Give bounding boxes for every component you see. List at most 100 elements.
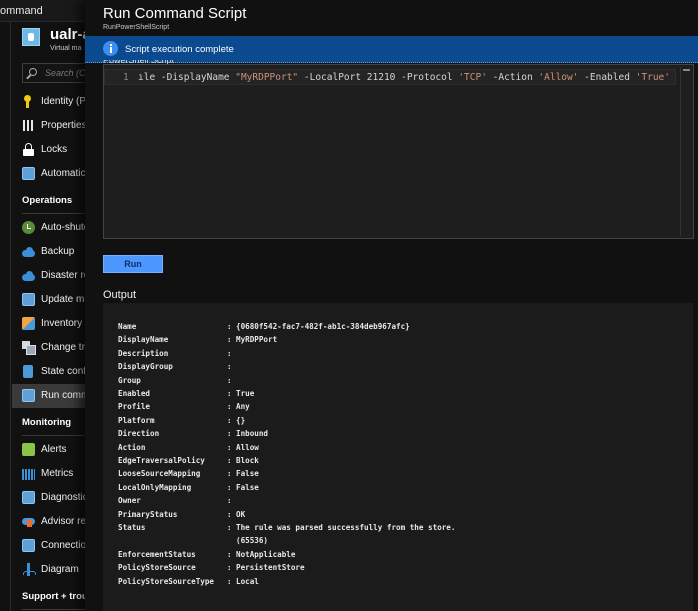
- run-command-icon: [22, 389, 35, 402]
- blade-divider: [10, 22, 11, 611]
- clock-icon: [22, 221, 35, 234]
- output-key: LooseSourceMapping: [118, 469, 201, 479]
- output-separator: :: [227, 362, 232, 372]
- breadcrumb-title[interactable]: ommand: [0, 5, 43, 17]
- output-value: True: [236, 389, 255, 398]
- output-key: Group: [118, 375, 141, 385]
- sidebar-item-label: Change tr: [41, 342, 85, 353]
- sidebar-item-label: Alerts: [41, 444, 67, 455]
- advisor-icon: [22, 515, 35, 528]
- sidebar-item-label: Metrics: [41, 468, 74, 479]
- output-key: Description: [118, 348, 169, 358]
- sidebar-item-label: Diagnostic: [41, 492, 88, 503]
- output-key: Profile: [118, 402, 151, 412]
- notification-message: Script execution complete: [125, 44, 234, 55]
- output-value: False: [236, 469, 259, 479]
- sidebar-section-title: Support + troul: [22, 591, 91, 602]
- document-icon: [23, 365, 33, 378]
- output-key: Status: [118, 523, 146, 532]
- output-panel: Name: {0680f542-fac7-482f-ab1c-384deb967a…: [103, 303, 693, 611]
- automation-icon: [22, 167, 35, 180]
- output-value: PersistentStore: [236, 563, 305, 573]
- sidebar-item-label: Diagram: [41, 564, 79, 575]
- output-separator: :: [227, 509, 232, 519]
- resource-type: Virtual ma: [50, 45, 82, 52]
- output-separator: :: [227, 523, 232, 532]
- output-value: {}: [236, 415, 246, 425]
- sidebar-item-label: Auto-shutd: [41, 222, 90, 233]
- output-value: OK: [236, 509, 246, 519]
- virtual-machine-icon: [22, 28, 40, 46]
- output-separator: :: [227, 402, 232, 412]
- output-heading: Output: [103, 289, 137, 301]
- sidebar-item-label: Properties: [41, 120, 87, 131]
- code-token: -Enabled: [578, 72, 636, 83]
- line-number: 1: [123, 72, 129, 83]
- properties-icon: [22, 119, 35, 132]
- output-value: (65536): [236, 536, 269, 546]
- output-key: DisplayName: [118, 335, 169, 345]
- output-separator: :: [227, 415, 232, 425]
- sidebar-item-label: Disaster re: [41, 270, 90, 281]
- output-value: False: [236, 482, 259, 492]
- sidebar-item-label: Automatic: [41, 168, 86, 179]
- sidebar-item-label: Identity (P: [41, 96, 87, 107]
- output-key: Owner: [118, 496, 141, 506]
- run-command-script-blade: Run Command Script RunPowerShellScript S…: [85, 0, 698, 611]
- output-separator: :: [227, 442, 232, 452]
- run-button[interactable]: Run: [103, 255, 163, 273]
- output-separator: :: [227, 335, 232, 345]
- output-separator: :: [227, 456, 232, 465]
- alert-icon: [22, 443, 35, 456]
- search-icon: [29, 68, 37, 76]
- output-separator: :: [227, 482, 232, 492]
- sidebar-section-title: Operations: [22, 195, 73, 206]
- cloud-icon: [22, 269, 35, 282]
- sidebar-item-label: Run comm: [41, 390, 90, 401]
- notification-banner[interactable]: Script execution complete: [85, 36, 698, 63]
- key-icon: [22, 95, 35, 108]
- code-token: ıle -DisplayName: [138, 72, 236, 83]
- code-token: -Action: [486, 72, 539, 83]
- output-separator: :: [227, 429, 232, 439]
- output-key: DisplayGroup: [118, 362, 173, 372]
- output-separator: :: [227, 576, 232, 586]
- output-separator: :: [227, 348, 232, 358]
- sidebar-item-label: Backup: [41, 246, 75, 257]
- metrics-icon: [22, 467, 35, 480]
- blade-subtitle: RunPowerShellScript: [103, 24, 170, 31]
- output-value: {0680f542-fac7-482f-ab1c-384deb967afc}: [236, 322, 410, 331]
- code-text[interactable]: ıle -DisplayName "MyRDPPort" -LocalPort …: [138, 72, 670, 83]
- output-value: Block: [236, 456, 259, 465]
- output-key: Platform: [118, 415, 155, 425]
- code-string-token: 'True': [635, 72, 670, 83]
- sidebar-item-label: Update ma: [41, 294, 90, 305]
- code-string-token: 'Allow': [538, 72, 579, 83]
- code-string-token: 'TCP': [458, 72, 487, 83]
- sidebar-item-label: Advisor re: [41, 516, 87, 527]
- editor-line[interactable]: 1 ıle -DisplayName "MyRDPPort" -LocalPor…: [104, 69, 676, 85]
- output-separator: :: [227, 322, 232, 331]
- output-key: PolicyStoreSourceType: [118, 576, 215, 586]
- diagram-icon: [22, 563, 36, 576]
- script-editor[interactable]: 1 ıle -DisplayName "MyRDPPort" -LocalPor…: [103, 64, 694, 239]
- sidebar-item-label: Locks: [41, 144, 68, 155]
- output-key: Action: [118, 442, 146, 452]
- monitor-icon: [22, 293, 35, 306]
- output-key: EnforcementStatus: [118, 549, 196, 559]
- output-key: Enabled: [118, 389, 151, 398]
- output-separator: :: [227, 389, 232, 398]
- output-key: LocalOnlyMapping: [118, 482, 192, 492]
- search-placeholder: Search (C: [45, 68, 86, 78]
- output-value: NotApplicable: [236, 549, 296, 559]
- sidebar-item-label: State conf: [41, 366, 87, 377]
- code-string-token: "MyRDPPort": [235, 72, 299, 83]
- output-value: Local: [236, 576, 259, 586]
- code-token: -LocalPort 21210 -Protocol: [298, 72, 459, 83]
- boxes-icon: [22, 317, 35, 330]
- output-value: Inbound: [236, 429, 269, 439]
- output-key: Direction: [118, 429, 160, 439]
- output-key: EdgeTraversalPolicy: [118, 456, 205, 465]
- output-key: PrimaryStatus: [118, 509, 178, 519]
- editor-scrollbar[interactable]: [680, 67, 690, 236]
